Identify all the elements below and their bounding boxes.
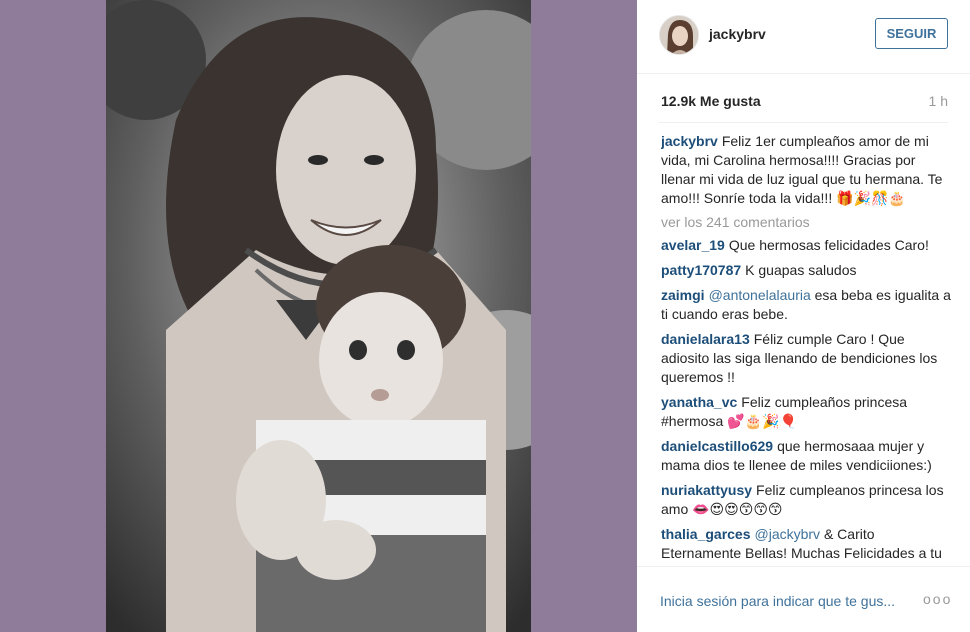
divider: [659, 122, 948, 123]
username[interactable]: jackybrv: [709, 26, 766, 42]
photo-right-padding: [531, 0, 637, 632]
stats-row: 12.9k Me gusta 1 h: [661, 93, 948, 111]
post-footer: Inicia sesión para indicar que te gus...…: [637, 566, 970, 632]
comment-item: nuriakattyusy Feliz cumpleanos princesa l…: [661, 481, 952, 519]
comment-mention[interactable]: @jackybrv: [755, 526, 821, 542]
post-photo-illustration: [106, 0, 531, 632]
likes-count[interactable]: 12.9k Me gusta: [661, 93, 761, 109]
comment-username[interactable]: zaimgi: [661, 287, 705, 303]
post-time[interactable]: 1 h: [929, 93, 948, 109]
comment-text: Que hermosas felicidades Caro!: [728, 237, 929, 253]
comment-item: danielalara13 Féliz cumple Caro ! Que adi…: [661, 330, 952, 387]
comment-item: yanatha_vc Feliz cumpleaños princesa #her…: [661, 393, 952, 431]
view-all-comments-link[interactable]: ver los 241 comentarios: [661, 214, 952, 230]
comment-item: zaimgi @antonelalauria esa beba es iguali…: [661, 286, 952, 324]
caption-username[interactable]: jackybrv: [661, 133, 718, 149]
login-to-like-link[interactable]: Inicia sesión para indicar que te gus...: [660, 593, 895, 609]
comment-username[interactable]: yanatha_vc: [661, 394, 737, 410]
post-header: jackybrv SEGUIR: [637, 0, 970, 74]
comment-username[interactable]: nuriakattyusy: [661, 482, 752, 498]
avatar-icon: [660, 16, 698, 54]
comment-item: avelar_19 Que hermosas felicidades Caro!: [661, 236, 952, 255]
comment-username[interactable]: avelar_19: [661, 237, 725, 253]
comment-item: danielcastillo629 que hermosaaa mujer y m…: [661, 437, 952, 475]
caption: jackybrv Feliz 1er cumpleaños amor de mi …: [661, 132, 952, 208]
comment-username[interactable]: thalia_garces: [661, 526, 751, 542]
comment-mention[interactable]: @antonelalauria: [709, 287, 811, 303]
post-photo[interactable]: [106, 0, 531, 632]
comment-username[interactable]: danielcastillo629: [661, 438, 773, 454]
comment-username[interactable]: danielalara13: [661, 331, 750, 347]
comment-item: thalia_garces @jackybrv & Carito Etername…: [661, 525, 952, 566]
photo-left-padding: [0, 0, 106, 632]
comments-list: jackybrv Feliz 1er cumpleaños amor de mi …: [661, 132, 952, 566]
follow-button[interactable]: SEGUIR: [875, 18, 948, 49]
comment-item: patty170787 K guapas saludos: [661, 261, 952, 280]
user-avatar[interactable]: [659, 15, 699, 55]
post-sidebar: jackybrv SEGUIR 12.9k Me gusta 1 h jacky…: [637, 0, 970, 632]
comment-username[interactable]: patty170787: [661, 262, 741, 278]
more-options-icon[interactable]: ooo: [923, 591, 952, 607]
comment-text: K guapas saludos: [745, 262, 857, 278]
